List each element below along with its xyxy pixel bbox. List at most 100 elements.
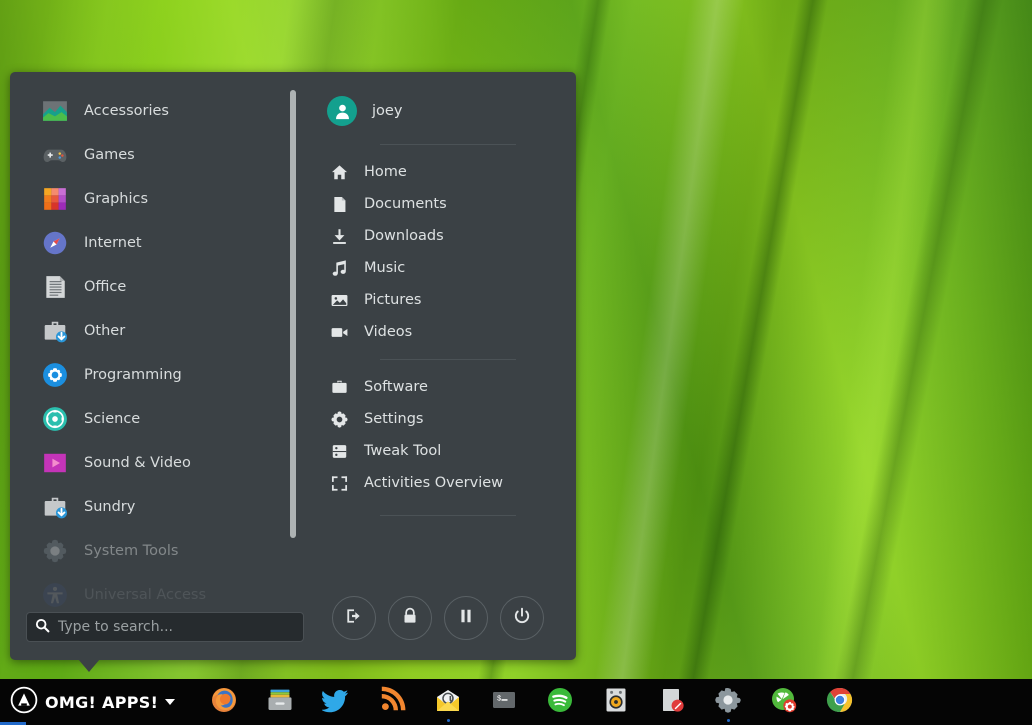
category-item-system-tools[interactable]: System Tools (10, 529, 305, 573)
category-item-label: Sound & Video (84, 455, 191, 471)
place-item-label: Documents (364, 196, 447, 212)
taskbar-item-rss-reader[interactable] (369, 679, 415, 725)
taskbar-item-chrome[interactable] (817, 679, 863, 725)
user-row[interactable]: joey (305, 89, 576, 133)
place-item-label: Software (364, 379, 428, 395)
taskbar-item-wine-config[interactable] (761, 679, 807, 725)
category-item-label: Universal Access (84, 587, 206, 603)
category-item-label: Games (84, 147, 135, 163)
sound-video-play-icon (42, 450, 68, 476)
place-item-label: Settings (364, 411, 423, 427)
category-scrollbar[interactable] (290, 90, 296, 595)
wine-config-icon (770, 686, 798, 718)
place-item-videos[interactable]: Videos (305, 316, 576, 348)
settings-gear-icon (328, 408, 350, 430)
lock-button[interactable] (388, 596, 432, 640)
logout-button[interactable] (332, 596, 376, 640)
category-item-office[interactable]: Office (10, 265, 305, 309)
arc-menu-logo-icon (10, 686, 38, 718)
taskbar-item-twitter[interactable] (313, 679, 359, 725)
place-item-music[interactable]: Music (305, 252, 576, 284)
firefox-icon (210, 686, 238, 718)
place-item-label: Music (364, 260, 405, 276)
chevron-down-icon[interactable] (165, 699, 175, 705)
programming-gear-icon (42, 362, 68, 388)
category-item-games[interactable]: Games (10, 133, 305, 177)
category-item-label: Internet (84, 235, 142, 251)
arc-menu-button-label: OMG! APPS! (45, 693, 158, 712)
user-name: joey (372, 103, 402, 119)
pause-icon (456, 606, 476, 630)
category-item-other[interactable]: Other (10, 309, 305, 353)
documents-icon (328, 193, 350, 215)
category-item-internet[interactable]: Internet (10, 221, 305, 265)
category-item-science[interactable]: Science (10, 397, 305, 441)
logout-icon (344, 606, 364, 630)
power-buttons-row[interactable] (305, 596, 576, 640)
suspend-button[interactable] (444, 596, 488, 640)
category-item-label: Programming (84, 367, 182, 383)
place-item-home[interactable]: Home (305, 156, 576, 188)
activities-overview-icon (328, 472, 350, 494)
place-item-activities-overview[interactable]: Activities Overview (305, 467, 576, 499)
category-item-graphics[interactable]: Graphics (10, 177, 305, 221)
place-item-label: Activities Overview (364, 475, 503, 491)
place-item-downloads[interactable]: Downloads (305, 220, 576, 252)
places-list[interactable]: Home Documents Downloads Music Pictures Video… (305, 156, 576, 348)
shutdown-button[interactable] (500, 596, 544, 640)
place-item-label: Videos (364, 324, 412, 340)
taskbar-item-spotify[interactable] (537, 679, 583, 725)
lock-icon (400, 606, 420, 630)
place-item-pictures[interactable]: Pictures (305, 284, 576, 316)
arc-menu-button[interactable]: OMG! APPS! (0, 679, 187, 725)
search-input[interactable]: Type to search... (26, 612, 304, 642)
taskbar-items[interactable]: $ (201, 679, 863, 725)
user-avatar-icon (327, 96, 357, 126)
category-item-sundry[interactable]: Sundry (10, 485, 305, 529)
search-icon (35, 618, 50, 637)
category-item-label: Sundry (84, 499, 135, 515)
system-list[interactable]: Software Settings Tweak Tool Activities Ove… (305, 371, 576, 499)
search-placeholder: Type to search... (58, 619, 173, 635)
category-list[interactable]: Accessories Games Graphics Internet OfficeOt… (10, 89, 305, 609)
wallpaper-streak (806, 0, 965, 725)
place-item-tweak-tool[interactable]: Tweak Tool (305, 435, 576, 467)
rss-feed-icon (378, 686, 406, 718)
accessories-icon (42, 98, 68, 124)
place-item-documents[interactable]: Documents (305, 188, 576, 220)
taskbar-running-indicator (447, 719, 450, 722)
place-item-label: Downloads (364, 228, 444, 244)
chrome-icon (826, 686, 854, 718)
place-item-software[interactable]: Software (305, 371, 576, 403)
other-briefcase-icon (42, 318, 68, 344)
science-atom-icon (42, 406, 68, 432)
taskbar-item-text-editor[interactable] (649, 679, 695, 725)
file-manager-icon (266, 686, 294, 718)
email-envelope-icon (434, 686, 462, 718)
taskbar-item-firefox[interactable] (201, 679, 247, 725)
category-item-label: System Tools (84, 543, 178, 559)
category-item-label: Accessories (84, 103, 169, 119)
software-briefcase-icon (328, 376, 350, 398)
taskbar-item-rhythmbox[interactable] (593, 679, 639, 725)
application-menu-popup: Accessories Games Graphics Internet OfficeOt… (10, 72, 576, 660)
category-item-accessories[interactable]: Accessories (10, 89, 305, 133)
text-editor-pencil-icon (658, 686, 686, 718)
place-item-label: Tweak Tool (364, 443, 441, 459)
divider (380, 359, 516, 360)
category-item-programming[interactable]: Programming (10, 353, 305, 397)
divider (380, 515, 516, 516)
place-item-settings[interactable]: Settings (305, 403, 576, 435)
taskbar-item-settings[interactable] (705, 679, 751, 725)
taskbar-item-terminal[interactable]: $ (481, 679, 527, 725)
category-item-sound-video[interactable]: Sound & Video (10, 441, 305, 485)
spotify-icon (546, 686, 574, 718)
terminal-icon: $ (490, 686, 518, 718)
taskbar-item-mail[interactable] (425, 679, 471, 725)
category-scrollbar-thumb[interactable] (290, 90, 296, 538)
taskbar-item-files[interactable] (257, 679, 303, 725)
music-note-icon (328, 257, 350, 279)
downloads-icon (328, 225, 350, 247)
category-pane: Accessories Games Graphics Internet OfficeOt… (10, 72, 305, 660)
category-item-universal-access[interactable]: Universal Access (10, 573, 305, 609)
